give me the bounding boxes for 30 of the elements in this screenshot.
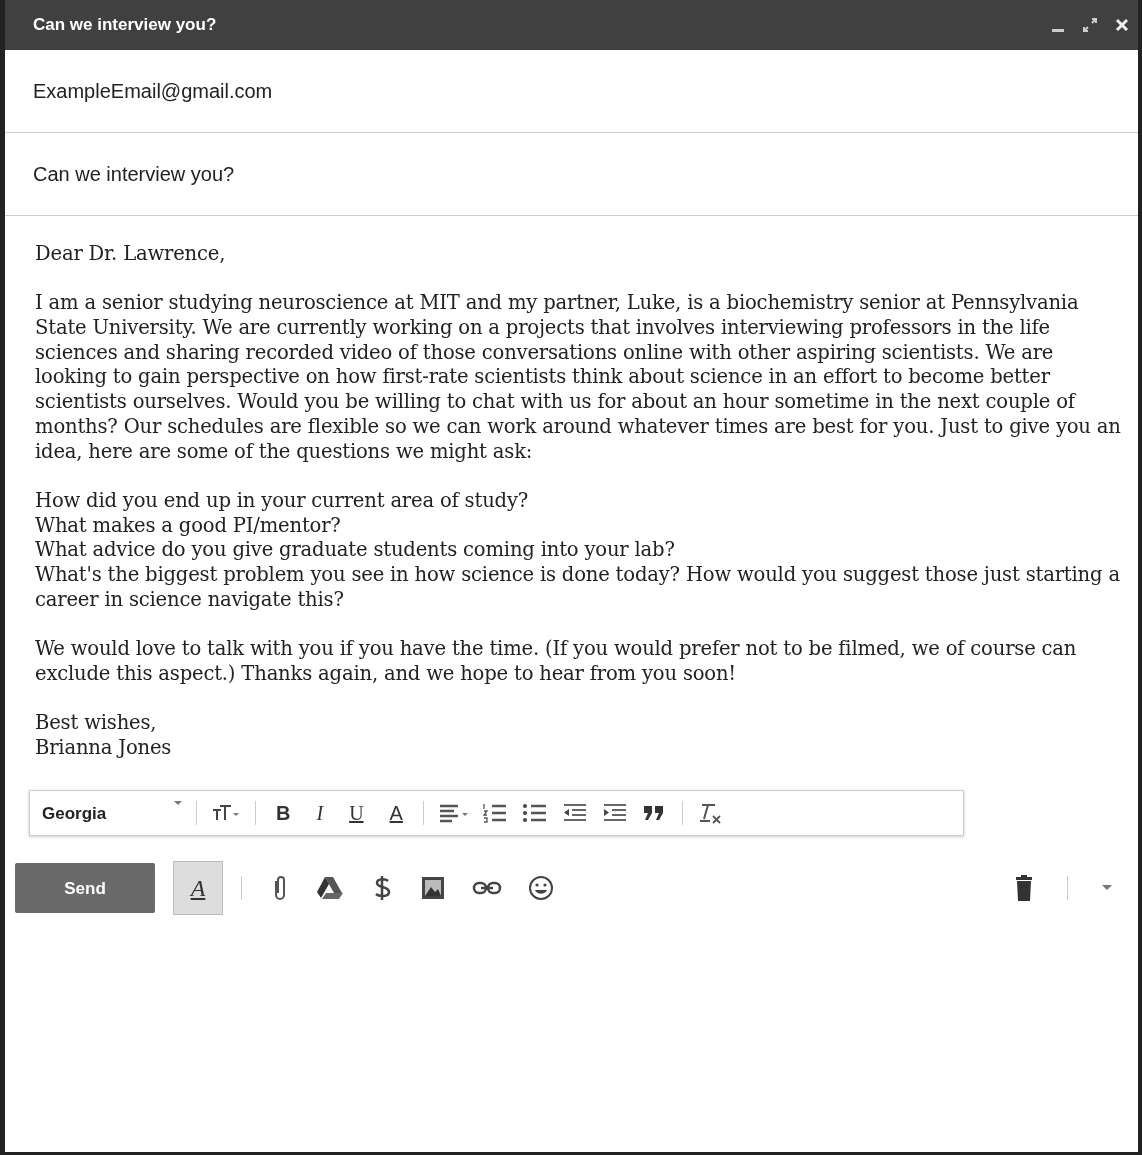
body-paragraph: We would love to talk with you if you have the time. (If you would prefer not to be filmed, we of course can exclude this aspect.) Thanks again, and we hope to hear from you soon! xyxy=(35,636,1078,687)
align-icon[interactable] xyxy=(437,802,468,825)
more-options-caret-icon[interactable] xyxy=(1102,885,1112,892)
bold-button[interactable]: B xyxy=(270,798,297,829)
expand-icon[interactable] xyxy=(1082,17,1098,33)
body-paragraph: What advice do you give graduate students coming into your lab? xyxy=(35,538,676,563)
close-icon[interactable] xyxy=(1114,17,1130,33)
body-paragraph: What's the biggest problem you see in how science is done today? How would you suggest those just starting a career in science navigate this? xyxy=(35,562,1121,613)
body-paragraph: I am a senior studying neuroscience at MIT and my partner, Luke, is a biochemistry senior at Pennsylvania State University. We are currently working on a projects that involves interviewing professors in the life sciences and sharing recorded video of those conversations online with other aspiring scientists. We are looking to gain perspective on how first-rate scientists think about science in an effort to become better scientists ourselves. Would you be willing to chat with us for about an hour sometime in the next couple of months? Our schedules are flexible so we can work around whatever times are best for you. Just to give you an idea, here are some of the questions we might ask: xyxy=(35,291,1122,465)
body-paragraph: Brianna Jones xyxy=(35,735,173,761)
formatting-toggle[interactable]: A xyxy=(173,861,223,916)
photo-icon[interactable] xyxy=(420,875,446,902)
body-paragraph: Dear Dr. Lawrence, xyxy=(35,242,227,267)
recipient-field[interactable]: ExampleEmail@gmail.com xyxy=(33,76,273,106)
smiley-icon[interactable] xyxy=(528,875,554,902)
body-paragraph: How did you end up in your current area of study? xyxy=(35,488,530,514)
bulleted-list-icon[interactable] xyxy=(521,802,548,825)
body-paragraph: What makes a good PI/mentor? xyxy=(35,513,342,539)
numbered-list-icon[interactable] xyxy=(481,802,508,825)
subject-field[interactable]: Can we interview you? xyxy=(33,159,235,189)
triangle-icon[interactable] xyxy=(316,875,344,902)
trash-icon[interactable] xyxy=(1015,875,1033,902)
window-title: Can we interview you? xyxy=(33,14,218,37)
font-dropdown[interactable]: Georgia xyxy=(42,800,182,827)
body-paragraph: Best wishes, xyxy=(35,710,158,736)
caret-icon[interactable] xyxy=(174,800,182,806)
italic-button[interactable]: I xyxy=(310,798,330,829)
send-button[interactable]: Send xyxy=(15,863,155,914)
underline-button[interactable]: U xyxy=(343,798,370,829)
text-color-button[interactable]: A xyxy=(383,798,409,829)
